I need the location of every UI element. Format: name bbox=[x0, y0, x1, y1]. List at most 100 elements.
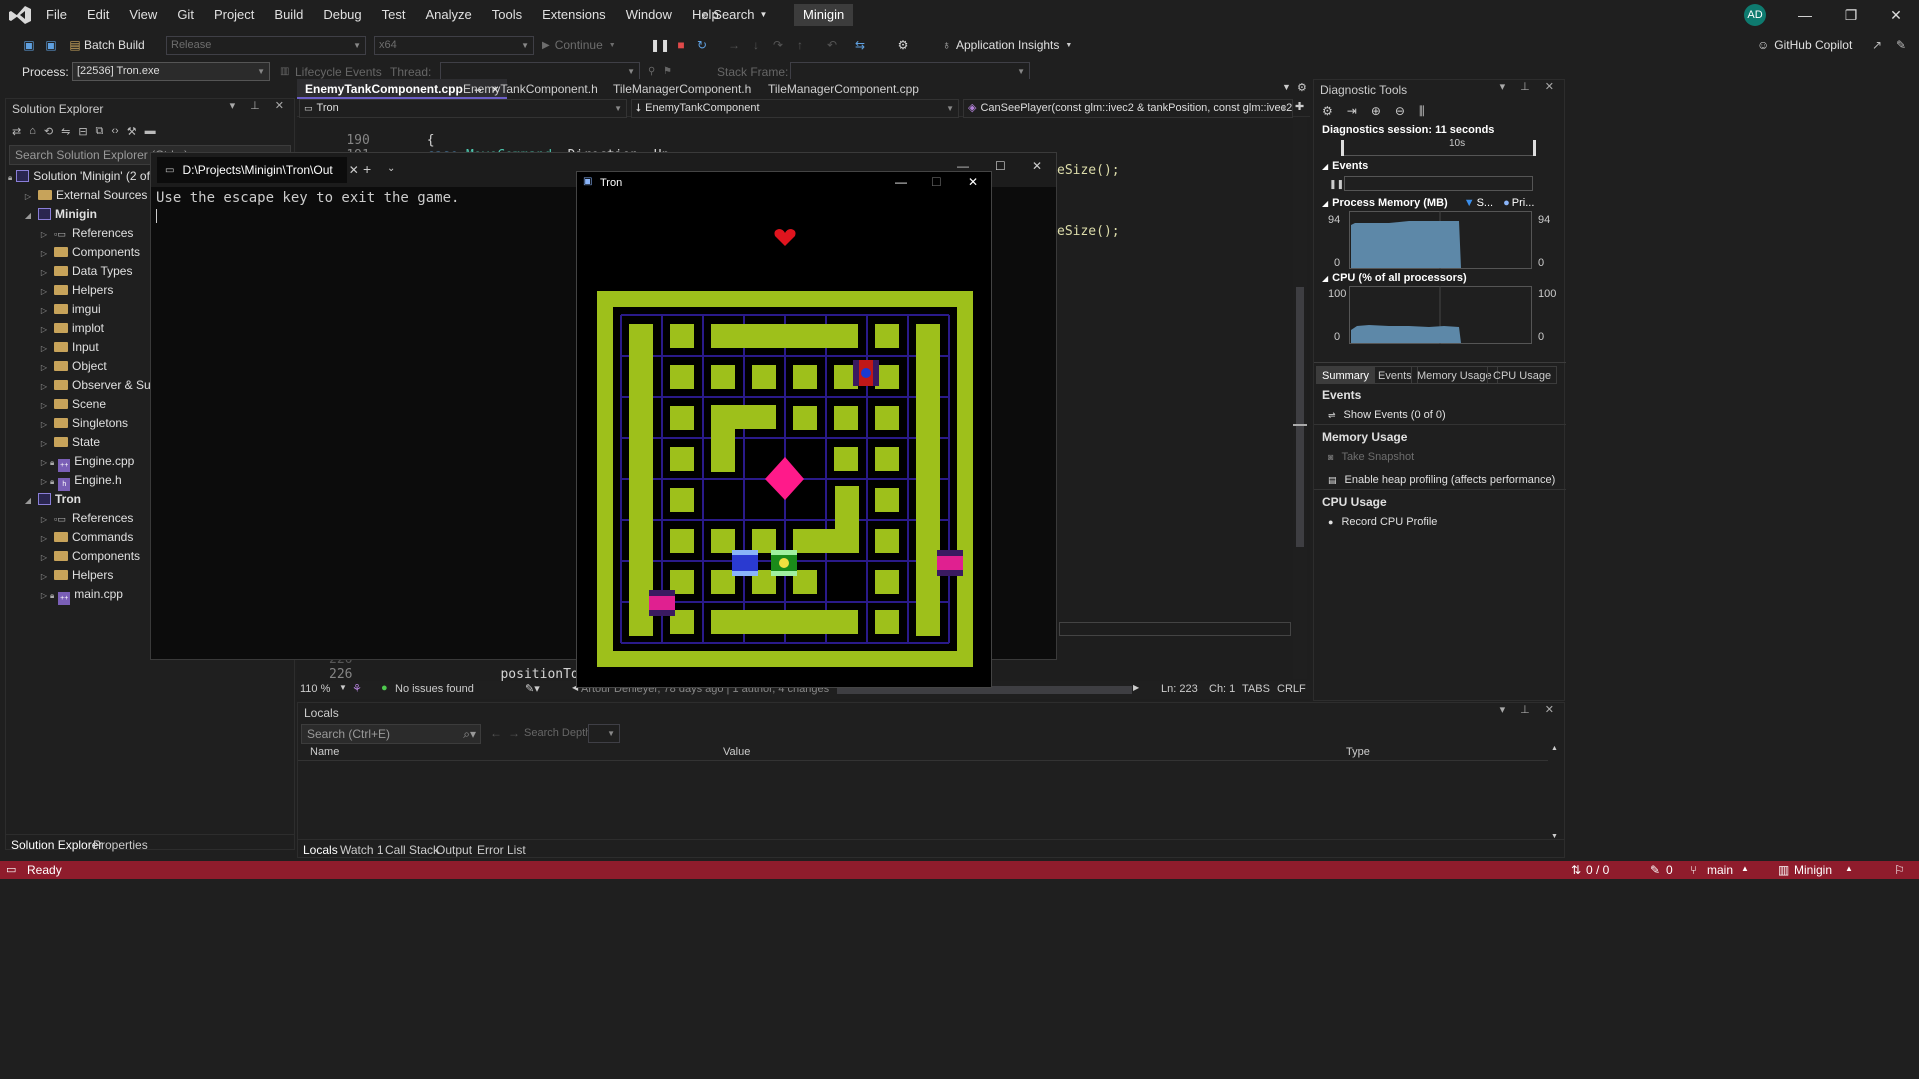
chevron-up-icon[interactable]: ▲ bbox=[1845, 864, 1853, 873]
menu-debug[interactable]: Debug bbox=[313, 0, 371, 30]
expand-arrow-icon[interactable]: ▷ bbox=[38, 339, 50, 358]
expand-arrow-icon[interactable]: ▷ bbox=[38, 244, 50, 263]
tab-watch-1[interactable]: Watch 1 bbox=[340, 840, 384, 860]
take-snapshot-button[interactable]: ◙ Take Snapshot bbox=[1328, 451, 1414, 463]
panel-window-controls[interactable]: ▾ ⊥ ✕ bbox=[1500, 703, 1560, 716]
menu-git[interactable]: Git bbox=[167, 0, 204, 30]
menu-edit[interactable]: Edit bbox=[77, 0, 119, 30]
close-button[interactable]: ✕ bbox=[1873, 0, 1919, 30]
line-indicator[interactable]: Ln: 223 bbox=[1161, 683, 1198, 695]
expand-arrow-icon[interactable]: ▷ bbox=[38, 320, 50, 339]
step-out-icon[interactable]: ↑ bbox=[791, 36, 809, 54]
tab-call-stack[interactable]: Call Stack bbox=[385, 840, 439, 860]
code-line[interactable]: 190{ bbox=[315, 117, 434, 148]
pause-icon[interactable]: ❚❚ bbox=[1329, 179, 1344, 190]
expand-arrow-icon[interactable]: ▷ bbox=[38, 415, 50, 434]
member-nav-select[interactable]: ◈ CanSeePlayer(const glm::ivec2 & tankPos… bbox=[963, 99, 1293, 118]
new-tab-icon[interactable]: + bbox=[363, 161, 371, 177]
game-window[interactable]: ▣ Tron — ☐ ✕ bbox=[576, 171, 992, 688]
application-insights-button[interactable]: ♁ Application Insights ▼ bbox=[942, 36, 1072, 54]
tab-enemytankcomponent-h[interactable]: EnemyTankComponent.h bbox=[455, 79, 606, 99]
restart-icon[interactable]: ↻ bbox=[693, 36, 711, 54]
project-nav-select[interactable]: ▭ Tron ▼ bbox=[299, 99, 627, 118]
copilot-icon[interactable]: ⚘ bbox=[352, 682, 362, 695]
reset-view-icon[interactable]: ⫼ bbox=[1419, 104, 1425, 119]
pending-changes-icon[interactable]: ⇋ bbox=[61, 125, 70, 138]
batch-build-button[interactable]: ▤ Batch Build bbox=[66, 36, 144, 54]
timeline-handle-right[interactable] bbox=[1533, 140, 1536, 156]
restore-button[interactable]: ❐ bbox=[1828, 0, 1874, 30]
tab-tilemanagercomponent-cpp[interactable]: TileManagerComponent.cpp bbox=[760, 79, 927, 99]
expand-arrow-icon[interactable]: ▷ bbox=[38, 225, 50, 244]
expand-arrow-icon[interactable]: ▷ bbox=[38, 282, 50, 301]
column-value[interactable]: Value bbox=[723, 746, 750, 758]
branch-name[interactable]: main bbox=[1707, 863, 1733, 877]
share-icon[interactable]: ↗ bbox=[1868, 36, 1886, 54]
tab-memory-usage[interactable]: Memory Usage bbox=[1411, 366, 1498, 384]
process-select[interactable]: [22536] Tron.exe ▼ bbox=[72, 62, 270, 81]
repository-name[interactable]: Minigin bbox=[1794, 863, 1832, 877]
feedback-icon[interactable]: ✎ bbox=[1892, 36, 1910, 54]
expand-arrow-icon[interactable]: ▷ bbox=[38, 434, 50, 453]
column-indicator[interactable]: Ch: 1 bbox=[1209, 683, 1235, 695]
solution-name-badge[interactable]: Minigin bbox=[794, 4, 854, 26]
search-depth-select[interactable]: ▼ bbox=[588, 724, 620, 743]
show-all-files-icon[interactable]: ⧉ bbox=[96, 125, 104, 138]
menu-extensions[interactable]: Extensions bbox=[532, 0, 616, 30]
expand-arrow-icon[interactable]: ▷ bbox=[38, 301, 50, 320]
chevron-down-icon[interactable]: ⌄ bbox=[387, 163, 395, 174]
line-ending-indicator[interactable]: CRLF bbox=[1277, 683, 1306, 695]
sync-icon[interactable]: ⇄ bbox=[12, 125, 21, 138]
filter-icon[interactable]: ⚲ bbox=[648, 66, 655, 77]
panel-window-controls[interactable]: ▾ ⊥ ✕ bbox=[230, 99, 290, 112]
show-next-statement-icon[interactable]: → bbox=[725, 36, 743, 54]
cpu-graph[interactable] bbox=[1349, 286, 1532, 344]
back-arrow-icon[interactable]: ← bbox=[490, 726, 502, 740]
repository-icon[interactable]: ▥ bbox=[1778, 863, 1789, 877]
expand-arrow-icon[interactable]: ▷ bbox=[38, 263, 50, 282]
expand-arrow-icon[interactable]: ▷ bbox=[38, 358, 50, 377]
memory-graph[interactable] bbox=[1349, 211, 1532, 269]
close-icon[interactable]: ✕ bbox=[349, 163, 359, 177]
collapse-arrow-icon[interactable]: ◢ bbox=[22, 491, 34, 510]
expand-arrow-icon[interactable]: ▷ bbox=[38, 453, 50, 472]
heap-profiling-toggle[interactable]: ▤ Enable heap profiling (affects performa… bbox=[1328, 474, 1555, 486]
search-menu[interactable]: ⌕ Search ▼ bbox=[702, 4, 767, 26]
lifecycle-events-icon[interactable]: ▥ bbox=[280, 66, 289, 77]
collapse-arrow-icon[interactable]: ◢ bbox=[22, 206, 34, 225]
export-icon[interactable]: ⇥ bbox=[1347, 104, 1357, 118]
scroll-up-icon[interactable]: ▲ bbox=[1551, 745, 1558, 752]
terminal-tab[interactable]: ▭ D:\Projects\Minigin\Tron\Out ✕ bbox=[157, 157, 359, 183]
menu-file[interactable]: File bbox=[36, 0, 77, 30]
record-cpu-profile-button[interactable]: ● Record CPU Profile bbox=[1328, 516, 1437, 528]
maximize-button[interactable]: ☐ bbox=[995, 159, 1006, 173]
panel-window-controls[interactable]: ▾ ⊥ ✕ bbox=[1500, 80, 1560, 93]
zoom-in-icon[interactable]: ⊕ bbox=[1371, 104, 1381, 118]
zoom-level[interactable]: 110 % bbox=[300, 683, 330, 695]
settings-gear-icon[interactable]: ⚙ bbox=[1322, 104, 1333, 118]
indentation-indicator[interactable]: TABS bbox=[1242, 683, 1270, 695]
tab-output[interactable]: Output bbox=[436, 840, 472, 860]
stop-icon[interactable]: ■ bbox=[672, 36, 690, 54]
expand-arrow-icon[interactable]: ▷ bbox=[38, 472, 50, 491]
expand-arrow-icon[interactable]: ▷ bbox=[38, 377, 50, 396]
diagnostics-icon[interactable]: ⇆ bbox=[851, 36, 869, 54]
expand-arrow-icon[interactable]: ▷ bbox=[38, 396, 50, 415]
tab-cpu-usage[interactable]: CPU Usage bbox=[1487, 366, 1558, 384]
game-canvas[interactable] bbox=[577, 194, 991, 687]
platform-select[interactable]: x64 ▼ bbox=[374, 36, 534, 55]
chevron-up-icon[interactable]: ▲ bbox=[1741, 864, 1749, 873]
vertical-scrollbar[interactable]: ▲ ▼ bbox=[1550, 745, 1562, 843]
tab-properties[interactable]: Properties bbox=[93, 835, 148, 855]
close-button[interactable]: ✕ bbox=[1032, 159, 1042, 173]
settings-gear-icon[interactable]: ⚙ bbox=[894, 36, 912, 54]
cpu-graph-header[interactable]: ◢ CPU (% of all processors) bbox=[1322, 272, 1467, 284]
horizontal-scroll-track[interactable] bbox=[1059, 622, 1291, 636]
show-events-link[interactable]: ⇌ Show Events (0 of 0) bbox=[1328, 409, 1446, 421]
source-control-icon[interactable]: ⇅ bbox=[1571, 863, 1581, 877]
menu-tools[interactable]: Tools bbox=[482, 0, 532, 30]
save-icon[interactable]: ▣ bbox=[20, 36, 38, 54]
continue-button[interactable]: ▶ Continue ▼ bbox=[542, 36, 616, 54]
menu-analyze[interactable]: Analyze bbox=[415, 0, 481, 30]
pending-edits-count[interactable]: 0 bbox=[1666, 863, 1673, 877]
